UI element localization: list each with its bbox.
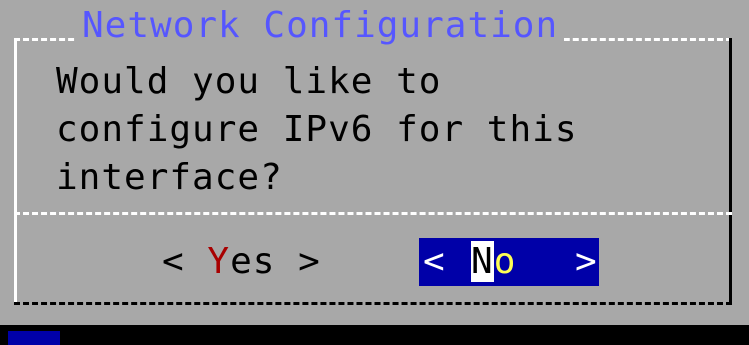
dialog-border-bottom bbox=[14, 302, 732, 305]
dialog-box: Network Configuration Would you like to … bbox=[0, 0, 749, 325]
dialog-border-right bbox=[729, 38, 732, 304]
message-line: interface? bbox=[56, 157, 283, 198]
no-hotkey: o bbox=[493, 241, 517, 282]
screen: Network Configuration Would you like to … bbox=[0, 0, 749, 345]
message-line: configure IPv6 for this bbox=[56, 109, 578, 150]
message-line: Would you like to bbox=[56, 61, 442, 102]
yes-button[interactable]: < Yes > bbox=[162, 238, 321, 286]
no-first-letter-cursor: N bbox=[471, 241, 494, 282]
no-label: No bbox=[471, 238, 516, 286]
yes-label-rest: es bbox=[230, 241, 276, 282]
progress-indicator bbox=[8, 331, 60, 345]
dialog-message: Would you like to configure IPv6 for thi… bbox=[56, 58, 716, 202]
yes-hotkey: Y bbox=[207, 241, 231, 282]
yes-right-bracket: > bbox=[298, 241, 321, 282]
dialog-border-left bbox=[14, 38, 17, 302]
dialog-title: Network Configuration bbox=[76, 6, 565, 46]
no-left-bracket: < bbox=[423, 241, 446, 282]
no-button[interactable]: < No > bbox=[419, 238, 599, 286]
no-right-bracket: > bbox=[575, 241, 598, 282]
yes-left-bracket: < bbox=[162, 241, 185, 282]
dialog-separator bbox=[14, 212, 732, 215]
